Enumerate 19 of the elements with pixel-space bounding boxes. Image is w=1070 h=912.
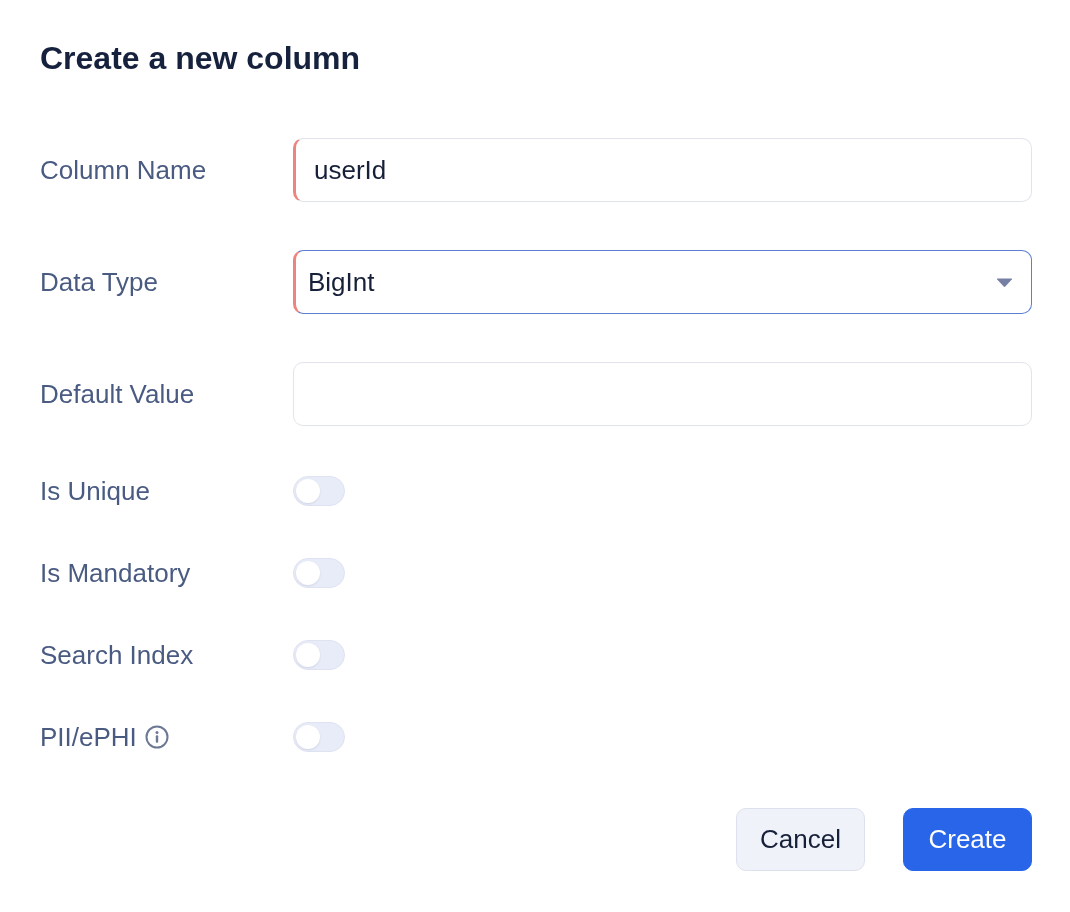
field-label: Default Value [40,379,195,409]
input-field[interactable]: userId [293,138,1032,202]
caret-icon [996,276,1013,288]
dialog-title: Create a new column [40,40,361,76]
field-label: Data Type [40,267,159,297]
field-label: Column Name [40,155,207,185]
toggle-label: Is Unique [40,476,150,506]
input-field[interactable] [293,362,1032,426]
toggle-switch[interactable] [293,558,345,588]
create-button[interactable]: Create [903,808,1032,871]
cancel-button[interactable]: Cancel [736,808,865,871]
toggle-label: Is Mandatory [40,558,191,588]
toggle-switch[interactable] [293,640,345,670]
toggle-label: PII/ePHI [40,722,137,752]
toggle-label: Search Index [40,640,194,670]
info-icon[interactable] [144,725,169,749]
toggle-switch[interactable] [293,476,345,506]
select-field[interactable]: BigInt [293,250,1032,314]
toggle-switch[interactable] [293,722,345,752]
